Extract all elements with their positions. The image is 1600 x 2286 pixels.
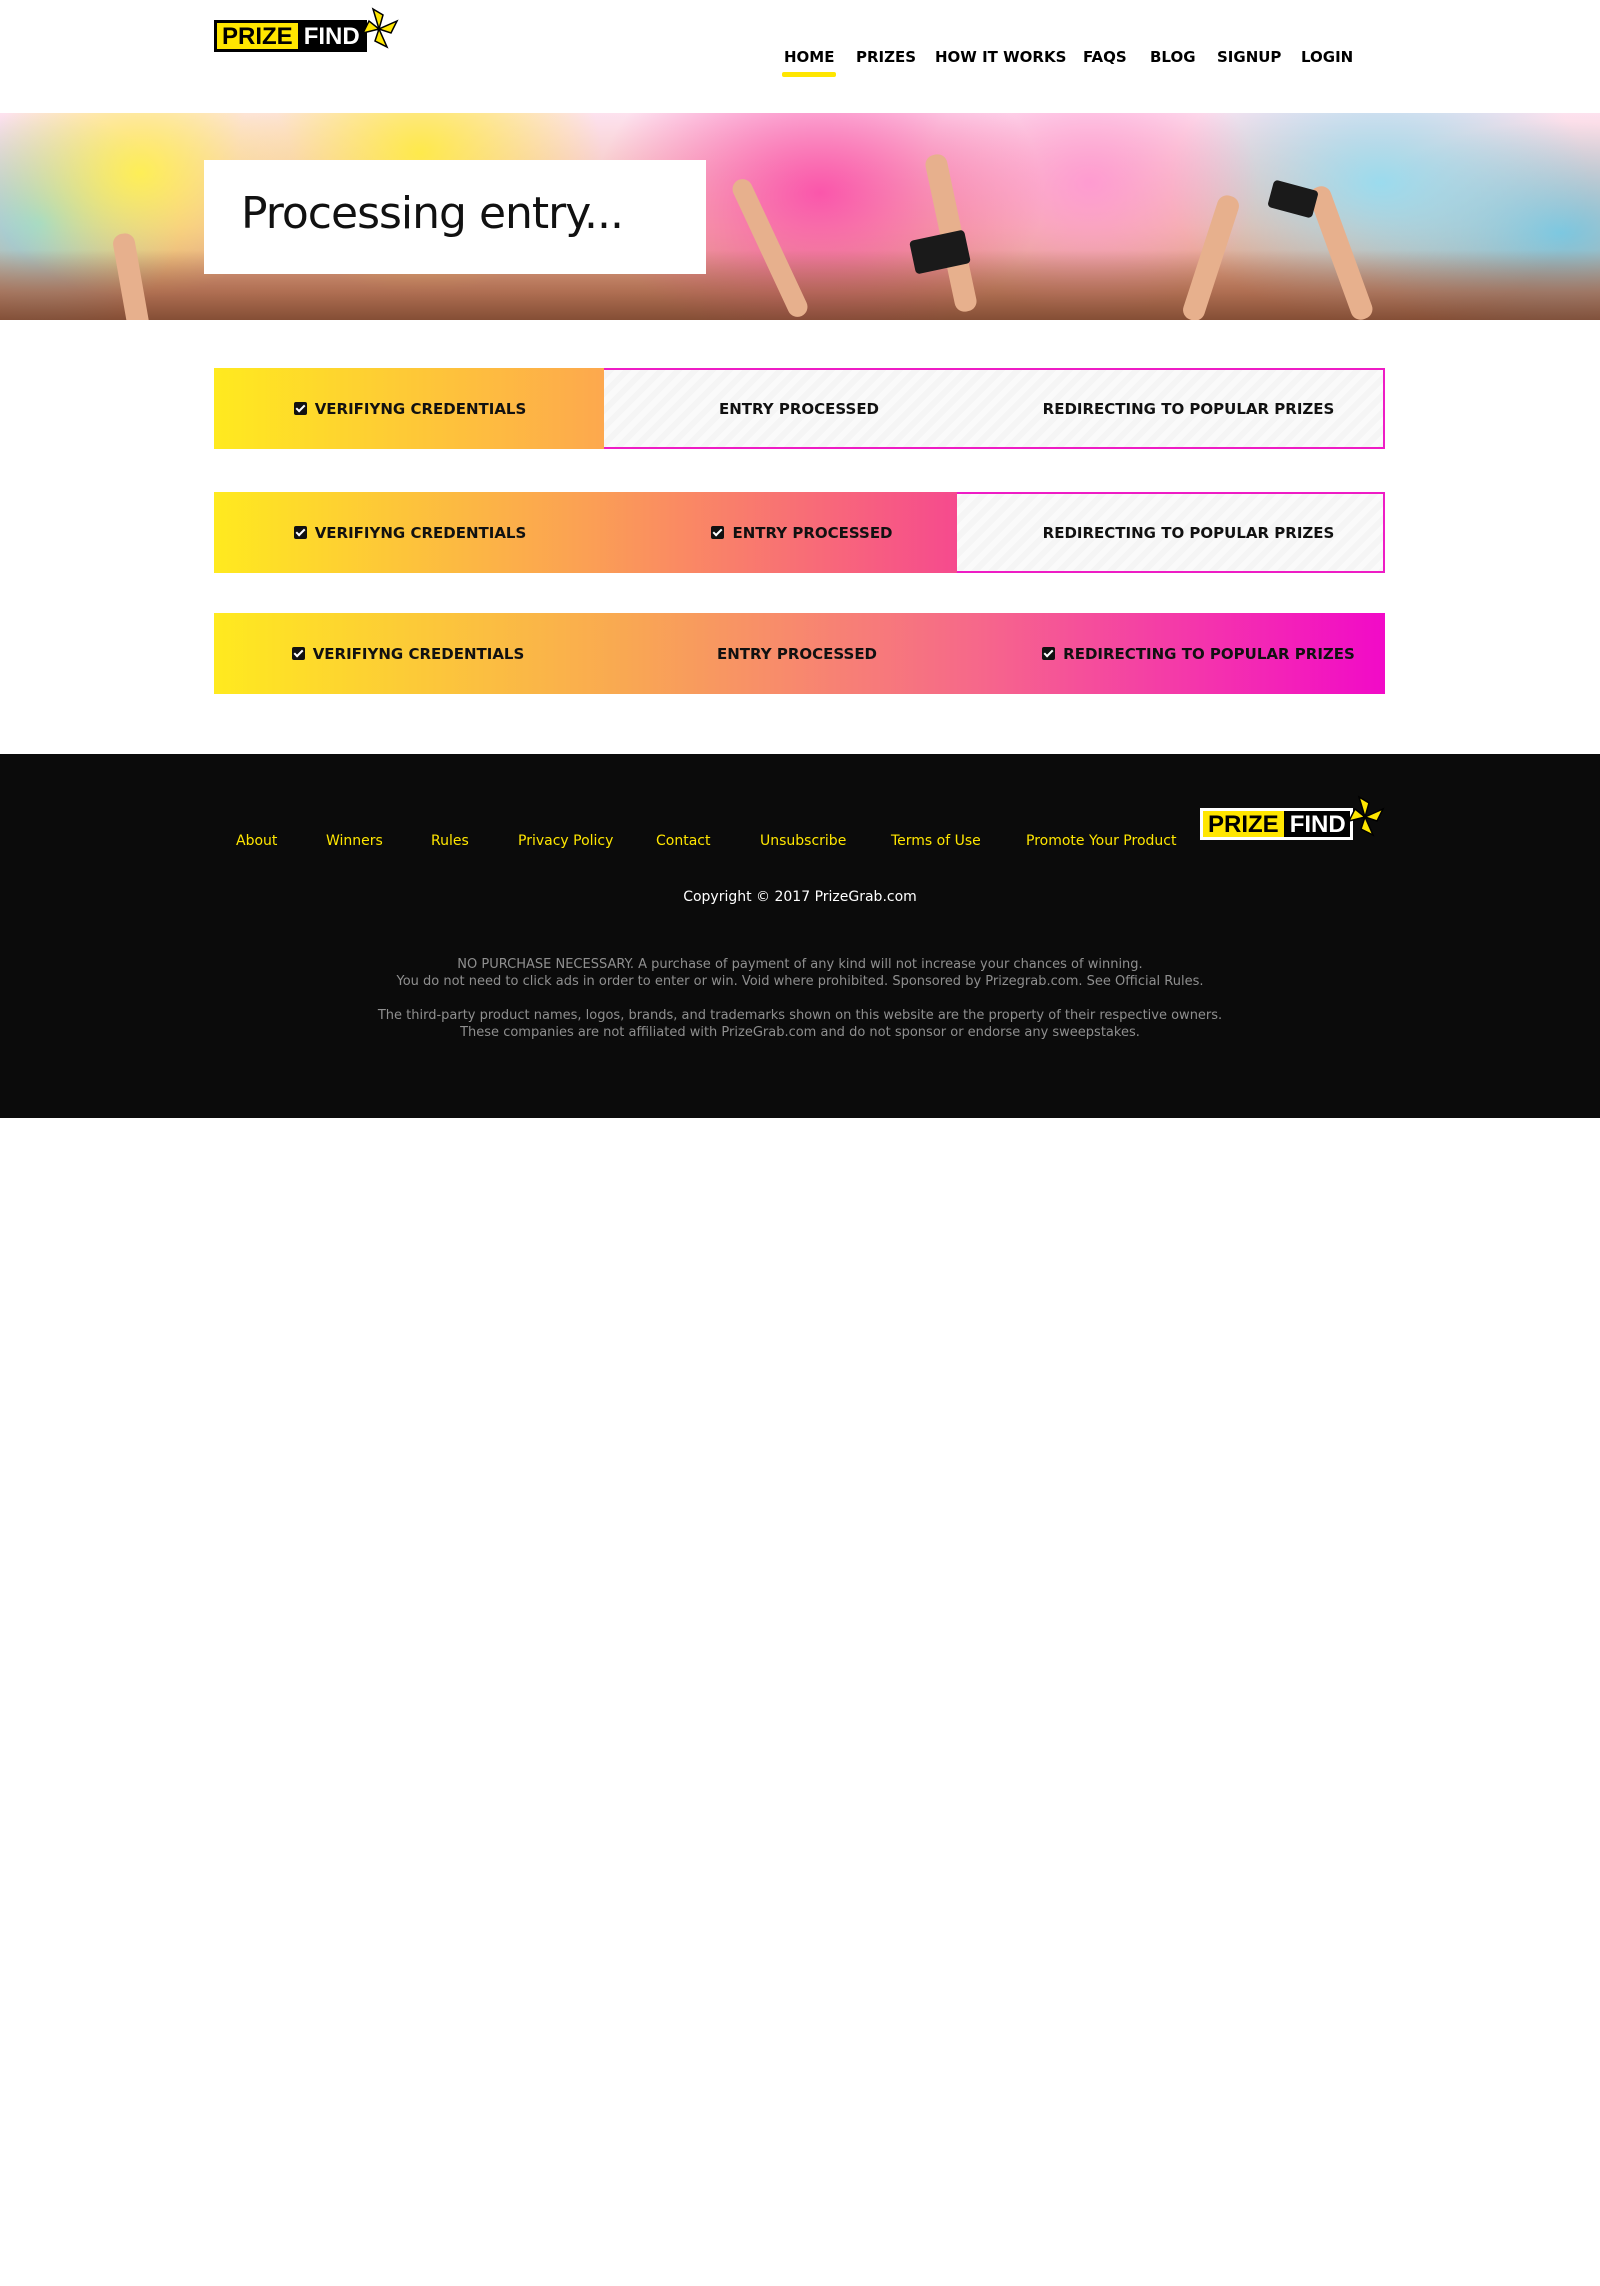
nav-how-it-works[interactable]: HOW IT WORKS [935,48,1066,66]
step-label: REDIRECTING TO POPULAR PRIZES [1042,523,1335,542]
legal-disclaimer-trademarks: The third-party product names, logos, br… [0,1007,1600,1041]
logo-wordmark: PRIZE FIND [1200,808,1353,840]
footer-link-contact[interactable]: Contact [656,833,710,849]
footer-link-privacy-policy[interactable]: Privacy Policy [518,833,613,849]
checkbox-checked-icon [293,526,307,539]
checkbox-checked-icon [293,402,307,415]
hero-title-card: Processing entry... [204,160,706,274]
progress-step-redirecting: REDIRECTING TO POPULAR PRIZES [992,613,1405,694]
step-label: REDIRECTING TO POPULAR PRIZES [1063,644,1355,663]
step-label: ENTRY PROCESSED [732,523,893,542]
step-label: REDIRECTING TO POPULAR PRIZES [1042,399,1335,418]
checkbox-checked-icon [711,526,725,539]
footer-link-rules[interactable]: Rules [431,833,469,849]
nav-home[interactable]: HOME [781,48,837,77]
footer-link-promote-your-product[interactable]: Promote Your Product [1026,833,1176,849]
logo-find-text: FIND [1283,811,1350,838]
progress-step-entry-processed: ENTRY PROCESSED [604,494,1000,571]
progress-step-redirecting: REDIRECTING TO POPULAR PRIZES [994,494,1383,571]
logo-wordmark: PRIZE FIND [214,20,367,52]
step-label: VERIFIYNG CREDENTIALS [314,399,527,418]
legal-line: These companies are not affiliated with … [460,1025,1140,1040]
hero-banner: Processing entry... [0,113,1600,320]
page-title: Processing entry... [241,188,624,239]
footer-link-terms-of-use[interactable]: Terms of Use [891,833,981,849]
nav-faqs[interactable]: FAQS [1083,48,1127,66]
checkbox-checked-icon [291,647,305,660]
step-label: VERIFIYNG CREDENTIALS [312,644,525,663]
pinwheel-icon [361,7,399,49]
legal-disclaimer-purchase: NO PURCHASE NECESSARY. A purchase of pay… [0,956,1600,990]
footer-prizefind-logo[interactable]: PRIZE FIND [1200,795,1385,840]
prizefind-logo[interactable]: PRIZE FIND [214,7,399,52]
legal-line: The third-party product names, logos, br… [377,1008,1223,1023]
logo-prize-text: PRIZE [1203,811,1284,838]
footer-link-winners[interactable]: Winners [326,833,383,849]
hero-phone-shape [1267,179,1319,219]
step-label: ENTRY PROCESSED [716,644,878,663]
legal-line: You do not need to click ads in order to… [396,974,1204,989]
progress-bar-step-2: VERIFIYNG CREDENTIALS ENTRY PROCESSED RE… [214,492,1385,573]
progress-step-entry-processed: ENTRY PROCESSED [602,613,992,694]
step-label: VERIFIYNG CREDENTIALS [314,523,527,542]
progress-step-verifying: VERIFIYNG CREDENTIALS [216,370,604,447]
nav-login[interactable]: LOGIN [1301,48,1353,66]
step-label: ENTRY PROCESSED [718,399,880,418]
logo-find-text: FIND [297,23,364,50]
footer-link-unsubscribe[interactable]: Unsubscribe [760,833,846,849]
progress-bar-step-3: VERIFIYNG CREDENTIALS ENTRY PROCESSED RE… [214,613,1385,694]
footer-link-about[interactable]: About [236,833,277,849]
progress-step-verifying: VERIFIYNG CREDENTIALS [216,494,604,571]
site-footer: About Winners Rules Privacy Policy Conta… [0,754,1600,1118]
nav-prizes[interactable]: PRIZES [856,48,916,66]
progress-step-entry-processed: ENTRY PROCESSED [604,370,994,447]
checkbox-checked-icon [1042,647,1056,660]
legal-line: NO PURCHASE NECESSARY. A purchase of pay… [457,957,1143,972]
progress-step-verifying: VERIFIYNG CREDENTIALS [214,613,602,694]
site-header: PRIZE FIND HOME PRIZES HOW IT WORKS FAQS… [0,0,1600,113]
copyright-text: Copyright © 2017 PrizeGrab.com [683,889,917,905]
pinwheel-icon [1347,795,1385,837]
nav-blog[interactable]: BLOG [1150,48,1196,66]
progress-step-redirecting: REDIRECTING TO POPULAR PRIZES [994,370,1383,447]
logo-prize-text: PRIZE [217,23,298,50]
progress-bar-step-1: VERIFIYNG CREDENTIALS ENTRY PROCESSED RE… [214,368,1385,449]
nav-signup[interactable]: SIGNUP [1217,48,1281,66]
